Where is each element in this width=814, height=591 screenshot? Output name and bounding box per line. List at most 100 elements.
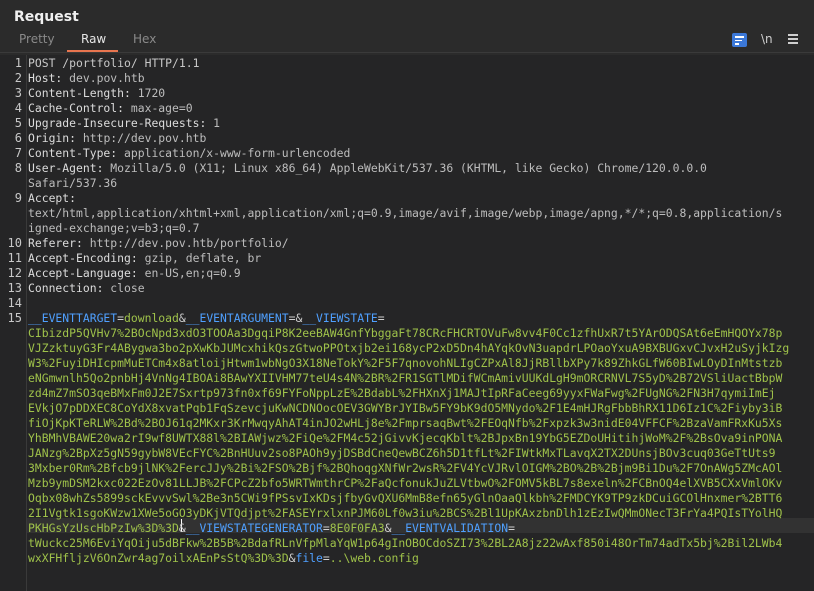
eventvalidation-value-line: tWuckc25M6EviYqOiju5dBFkw%2B5B%2BdafRLnV…: [28, 536, 783, 550]
hamburger-menu-icon[interactable]: [788, 34, 799, 44]
line-number: 7: [14, 146, 22, 160]
tab-pretty[interactable]: Pretty: [19, 32, 55, 46]
file-param-line: wxXFHfljzV6OnZwr4ag7oilxAEnPsStQ%3D%3D&f…: [28, 551, 419, 566]
header-cache-control: Cache-Control: max-age=0: [28, 101, 193, 116]
header-value: application/x-www-form-urlencoded: [117, 146, 351, 160]
param-key: __VIEWSTATEGENERATOR: [185, 521, 323, 535]
header-referer: Referer: http://dev.pov.htb/portfolio/: [28, 236, 289, 251]
header-key: Connection:: [28, 281, 104, 295]
header-content-length: Content-Length: 1720: [28, 86, 165, 101]
header-connection: Connection: close: [28, 281, 145, 296]
header-value: close: [103, 281, 145, 295]
viewstate-value-line: Mzb9ymDSM2kxc022EzOv81LLJB%2FCPcZ2bfo5WR…: [28, 476, 783, 490]
param-key: __VIEWSTATE: [302, 311, 378, 325]
header-key: Accept-Language:: [28, 266, 138, 280]
header-key: Referer:: [28, 236, 83, 250]
header-value: 1: [206, 116, 221, 130]
param-equals: =: [508, 521, 515, 535]
line-number: 5: [14, 116, 22, 130]
viewstate-value-line: YhBMhVBAWE20wa2rI9wf8UWTX88l%2BIAWjwz%2F…: [28, 431, 783, 445]
header-user-agent: User-Agent: Mozilla/5.0 (X11; Linux x86_…: [28, 161, 707, 176]
header-value: dev.pov.htb: [62, 71, 145, 85]
header-key: Accept-Encoding:: [28, 251, 138, 265]
viewstate-value-line: CIbizdP5QVHv7%2BOcNpd3xdO3TOOAa3DgqiP8K2…: [28, 326, 783, 340]
line-number-gutter: 1 2 3 4 5 6 7 8 9 10 11 12 13 14 15: [0, 55, 27, 591]
header-key: User-Agent:: [28, 161, 104, 175]
header-value: Mozilla/5.0 (X11; Linux x86_64) AppleWeb…: [103, 161, 707, 175]
header-accept-language: Accept-Language: en-US,en;q=0.9: [28, 266, 241, 281]
param-equals: =: [322, 551, 330, 565]
viewstate-value-line: W3%2FuyiDHIcpmMuETCm4x8atloijHtwm1wbNgO3…: [28, 356, 783, 370]
header-key: Upgrade-Insecure-Requests:: [28, 116, 207, 130]
line-number: 14: [7, 296, 22, 310]
line-number: 11: [7, 251, 22, 265]
viewstate-generator-line: PKHGsYzUscHbPzIw%3D%3D&__VIEWSTATEGENERA…: [28, 521, 515, 536]
line-number: 1: [14, 56, 22, 70]
param-value: PKHGsYzUscHbPzIw%3D%3D: [28, 521, 179, 535]
param-key: __EVENTTARGET: [28, 311, 118, 325]
header-value: en-US,en;q=0.9: [137, 266, 241, 280]
viewstate-value-line: EVkjO7pDDXEC8CoYdX8xvatPqb1FqSzevcjuKwNC…: [28, 401, 783, 415]
param-key: __EVENTVALIDATION: [391, 521, 509, 535]
header-key: Content-Length:: [28, 86, 131, 100]
header-accept-key: Accept:: [28, 191, 77, 205]
param-key: __EVENTARGUMENT: [185, 311, 289, 325]
tab-raw[interactable]: Raw: [81, 32, 106, 46]
raw-request-editor[interactable]: 1 2 3 4 5 6 7 8 9 10 11 12 13 14 15 POST…: [0, 55, 814, 591]
header-value: http://dev.pov.htb: [76, 131, 207, 145]
header-value: max-age=0: [124, 101, 193, 115]
header-key: Host:: [28, 71, 63, 85]
param-value: 8E0F0FA3: [329, 521, 385, 535]
panel-header: Request: [0, 0, 814, 30]
header-origin: Origin: http://dev.pov.htb: [28, 131, 206, 146]
header-key: Cache-Control:: [28, 101, 125, 115]
request-line: POST /portfolio/ HTTP/1.1: [28, 56, 200, 70]
viewstate-value-line: Oqbx08whZs5899sckEvvvSwl%2Be3n5CWi9fPSsv…: [28, 491, 783, 505]
active-tab-indicator: [67, 50, 118, 52]
header-accept-value: text/html,application/xhtml+xml,applicat…: [28, 206, 783, 220]
viewstate-value-line: 2I1Vgtk1sgoKWzw1XWe5oGO3yDKjVTQdjpt%2FAS…: [28, 506, 783, 520]
line-number: 2: [14, 71, 22, 85]
newline-toggle-button[interactable]: \n: [761, 32, 773, 46]
header-key: Content-Type:: [28, 146, 118, 160]
param-equals: =: [377, 311, 385, 325]
header-user-agent-wrap: Safari/537.36: [28, 176, 118, 190]
line-number: 6: [14, 131, 22, 145]
header-host: Host: dev.pov.htb: [28, 71, 145, 86]
line-number: 8: [14, 161, 22, 175]
header-accept-encoding: Accept-Encoding: gzip, deflate, br: [28, 251, 261, 266]
viewstate-value-line: fiOjKpKTeRLW%2Bd%2BOJ61q2MKxr3KrMwqyAhAT…: [28, 416, 783, 430]
param-value: download: [124, 311, 179, 325]
viewstate-value-line: 3Mxber0Rm%2Bfcb9jlNK%2FercJJy%2Bi%2FSO%2…: [28, 461, 783, 475]
line-number: 4: [14, 101, 22, 115]
param-value: ..\web.config: [329, 551, 419, 565]
line-number: 10: [7, 236, 22, 250]
tab-hex[interactable]: Hex: [133, 32, 156, 46]
viewstate-value-line: JANzg%2BpXz5gN59gybW8VEcFYC%2BnHUuv2so8P…: [28, 446, 776, 460]
param-equals: =: [322, 521, 330, 535]
viewstate-value-line: eNGmwnlh5Qo2pnbHj4VnNg4IBOAi8BAwYXIIVHM7…: [28, 371, 783, 385]
param-key: file: [295, 551, 323, 565]
line-number: 15: [7, 311, 22, 325]
viewstate-value-line: VJZzktuyG3Fr4ABygwa3bo2pXwKbJUMcxhikQszG…: [28, 341, 790, 355]
header-key: Origin:: [28, 131, 77, 145]
line-number: 13: [7, 281, 22, 295]
text-wrap-icon[interactable]: [732, 33, 747, 47]
header-value: http://dev.pov.htb/portfolio/: [82, 236, 289, 250]
param-separator: &: [178, 521, 186, 535]
panel-title: Request: [14, 9, 79, 25]
line-number: 9: [14, 191, 22, 205]
header-content-type: Content-Type: application/x-www-form-url…: [28, 146, 350, 161]
view-tabs: Pretty Raw Hex \n: [0, 30, 814, 53]
param-separator: &: [178, 311, 186, 325]
viewstate-value-line: zd4mZ7mSO3qeBMxFm0J2E7Sxrtp973fn0xf69FYF…: [28, 386, 776, 400]
header-accept-value-wrap: igned-exchange;v=b3;q=0.7: [28, 221, 200, 235]
header-value: gzip, deflate, br: [137, 251, 262, 265]
line-number: 3: [14, 86, 22, 100]
param-equals: =: [117, 311, 125, 325]
header-upgrade-insecure: Upgrade-Insecure-Requests: 1: [28, 116, 220, 131]
line-number: 12: [7, 266, 22, 280]
body-params-start: __EVENTTARGET=download&__EVENTARGUMENT=&…: [28, 311, 385, 326]
header-value: 1720: [130, 86, 166, 100]
param-value: wxXFHfljzV6OnZwr4ag7oilxAEnPsStQ%3D%3D: [28, 551, 289, 565]
